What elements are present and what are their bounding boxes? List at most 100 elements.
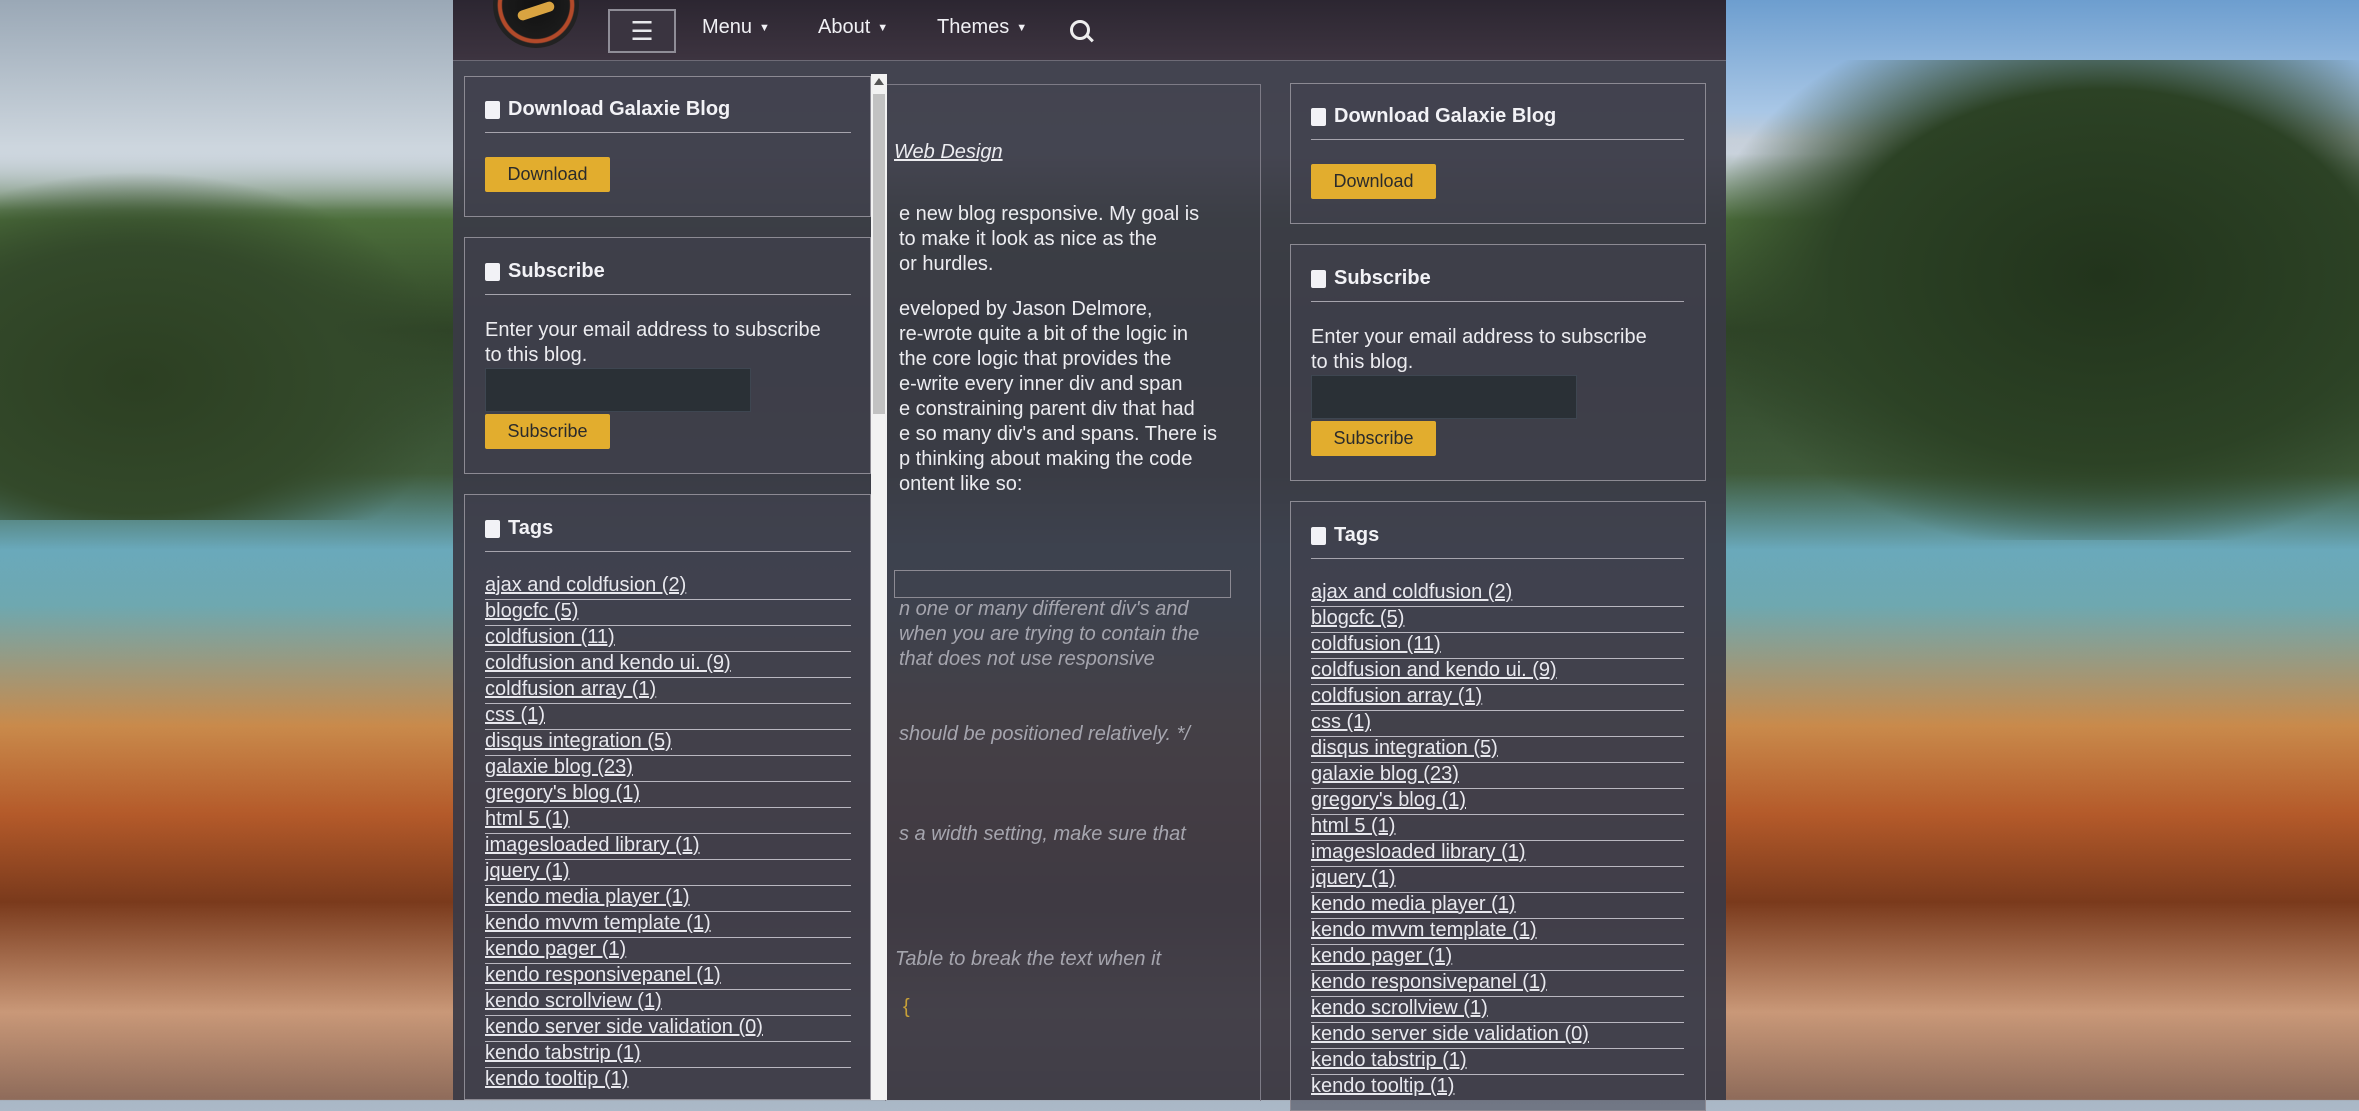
article-body: Web Design e new blog responsive. My goa… [885,84,1261,1101]
tag-link[interactable]: jquery (1) [485,860,569,883]
nav-themes-label: Themes [937,16,1010,38]
tag-link[interactable]: ajax and coldfusion (2) [485,574,686,597]
article-line: to make it look as nice as the [899,228,1157,250]
tag-link[interactable]: css (1) [1311,711,1371,734]
tag-link[interactable]: blogcfc (5) [1311,607,1404,630]
code-block-header [894,570,1231,598]
tag-link[interactable]: html 5 (1) [485,808,569,831]
tag-link[interactable]: coldfusion array (1) [485,678,656,701]
envelope-icon [485,262,500,281]
tags-icon [1311,526,1326,545]
tag-link[interactable]: gregory's blog (1) [485,782,640,805]
tag-link[interactable]: galaxie blog (23) [1311,763,1459,786]
tags-panel-title: Tags [485,517,553,540]
top-navigation-bar: ☰ Menu ▼ About ▼ Themes ▼ [453,0,1726,61]
subscribe-text-line2: to this blog. [485,344,588,366]
article-line: or hurdles. [899,253,994,275]
nav-about-label: About [818,16,871,38]
tag-link[interactable]: kendo tabstrip (1) [1311,1049,1467,1072]
blog-logo[interactable] [493,0,579,48]
scrollbar-thumb[interactable] [873,94,885,414]
tag-link[interactable]: kendo media player (1) [1311,893,1516,916]
search-icon[interactable] [1070,20,1090,40]
tag-link[interactable]: kendo responsivepanel (1) [1311,971,1547,994]
subscribe-button[interactable]: Subscribe [1311,421,1436,456]
tag-link[interactable]: kendo tooltip (1) [1311,1075,1454,1098]
tag-link[interactable]: kendo pager (1) [1311,945,1452,968]
background-forest-right [1720,60,2359,540]
tag-link[interactable]: coldfusion and kendo ui. (9) [485,652,731,675]
chevron-down-icon: ▼ [1016,22,1028,34]
subscribe-panel-title: Subscribe [485,260,605,283]
code-line: that does not use responsive [899,648,1155,670]
tag-link[interactable]: coldfusion (11) [1311,633,1441,656]
tag-link[interactable]: ajax and coldfusion (2) [1311,581,1512,604]
email-field[interactable] [485,368,751,412]
tag-link[interactable]: imagesloaded library (1) [485,834,700,857]
tag-link[interactable]: kendo server side validation (0) [1311,1023,1589,1046]
nav-themes[interactable]: Themes ▼ [937,16,1027,39]
tag-link[interactable]: kendo pager (1) [485,938,626,961]
code-line: should be positioned relatively. */ [899,723,1190,745]
article-line: re-wrote quite a bit of the logic in [899,323,1189,345]
chevron-down-icon: ▼ [759,22,770,34]
tags-icon [485,519,500,538]
tag-link[interactable]: kendo tabstrip (1) [485,1042,641,1065]
category-link[interactable]: Web Design [894,141,1003,164]
tag-link[interactable]: kendo responsivepanel (1) [485,964,721,987]
tag-link[interactable]: kendo mvvm template (1) [485,912,711,935]
email-field[interactable] [1311,375,1577,419]
article-line: eveloped by Jason Delmore, [899,298,1153,320]
tag-link[interactable]: blogcfc (5) [485,600,578,623]
download-icon [485,100,500,119]
tag-link[interactable]: kendo tooltip (1) [485,1068,628,1091]
subscribe-button[interactable]: Subscribe [485,414,610,449]
article-line: p thinking about making the code [899,448,1193,470]
tag-link[interactable]: coldfusion and kendo ui. (9) [1311,659,1557,682]
code-line: when you are trying to contain the [899,623,1200,645]
tag-link[interactable]: jquery (1) [1311,867,1395,890]
tag-link[interactable]: imagesloaded library (1) [1311,841,1526,864]
drawer-scrollbar[interactable] [871,74,887,1100]
article-line: ontent like so: [899,473,1023,495]
tags-panel-title: Tags [1311,524,1379,547]
nav-about[interactable]: About ▼ [818,16,888,39]
article-line: e-write every inner div and span [899,373,1183,395]
tag-link[interactable]: galaxie blog (23) [485,756,633,779]
tag-link[interactable]: kendo server side validation (0) [485,1016,763,1039]
divider [485,132,851,133]
tag-link[interactable]: disqus integration (5) [485,730,672,753]
download-button[interactable]: Download [1311,164,1436,199]
tag-link[interactable]: coldfusion array (1) [1311,685,1482,708]
subscribe-text-line2: to this blog. [1311,351,1414,373]
subscribe-text-line1: Enter your email address to subscribe [485,319,821,341]
code-line: n one or many different div's and [899,598,1189,620]
tag-link[interactable]: disqus integration (5) [1311,737,1498,760]
drawer-download-panel: Download Galaxie Blog Download [464,76,871,217]
divider [485,294,851,295]
article-line: e constraining parent div that had [899,398,1195,420]
scroll-up-icon[interactable] [874,78,884,85]
tag-link[interactable]: kendo scrollview (1) [485,990,662,1013]
divider [485,551,851,552]
menu-icon[interactable]: ☰ [608,9,676,53]
side-drawer: Download Galaxie Blog Download Subscribe… [458,74,871,1100]
envelope-icon [1311,269,1326,288]
tag-link[interactable]: kendo mvvm template (1) [1311,919,1537,942]
code-line: Table to break the text when it [895,948,1162,970]
tags-panel: Tags ajax and coldfusion (2) blogcfc (5)… [1290,501,1706,1111]
download-button[interactable]: Download [485,157,610,192]
tag-link[interactable]: coldfusion (11) [485,626,615,649]
tag-link[interactable]: gregory's blog (1) [1311,789,1466,812]
background-forest-left [0,170,460,520]
code-brace: { [903,996,910,1018]
subscribe-panel: Subscribe Enter your email address to su… [1290,244,1706,481]
article-line: e new blog responsive. My goal is [899,203,1200,225]
download-icon [1311,107,1326,126]
nav-menu[interactable]: Menu ▼ [702,16,770,39]
tag-link[interactable]: html 5 (1) [1311,815,1395,838]
tag-link[interactable]: css (1) [485,704,545,727]
article-line: the core logic that provides the [899,348,1172,370]
tag-link[interactable]: kendo media player (1) [485,886,690,909]
tag-link[interactable]: kendo scrollview (1) [1311,997,1488,1020]
